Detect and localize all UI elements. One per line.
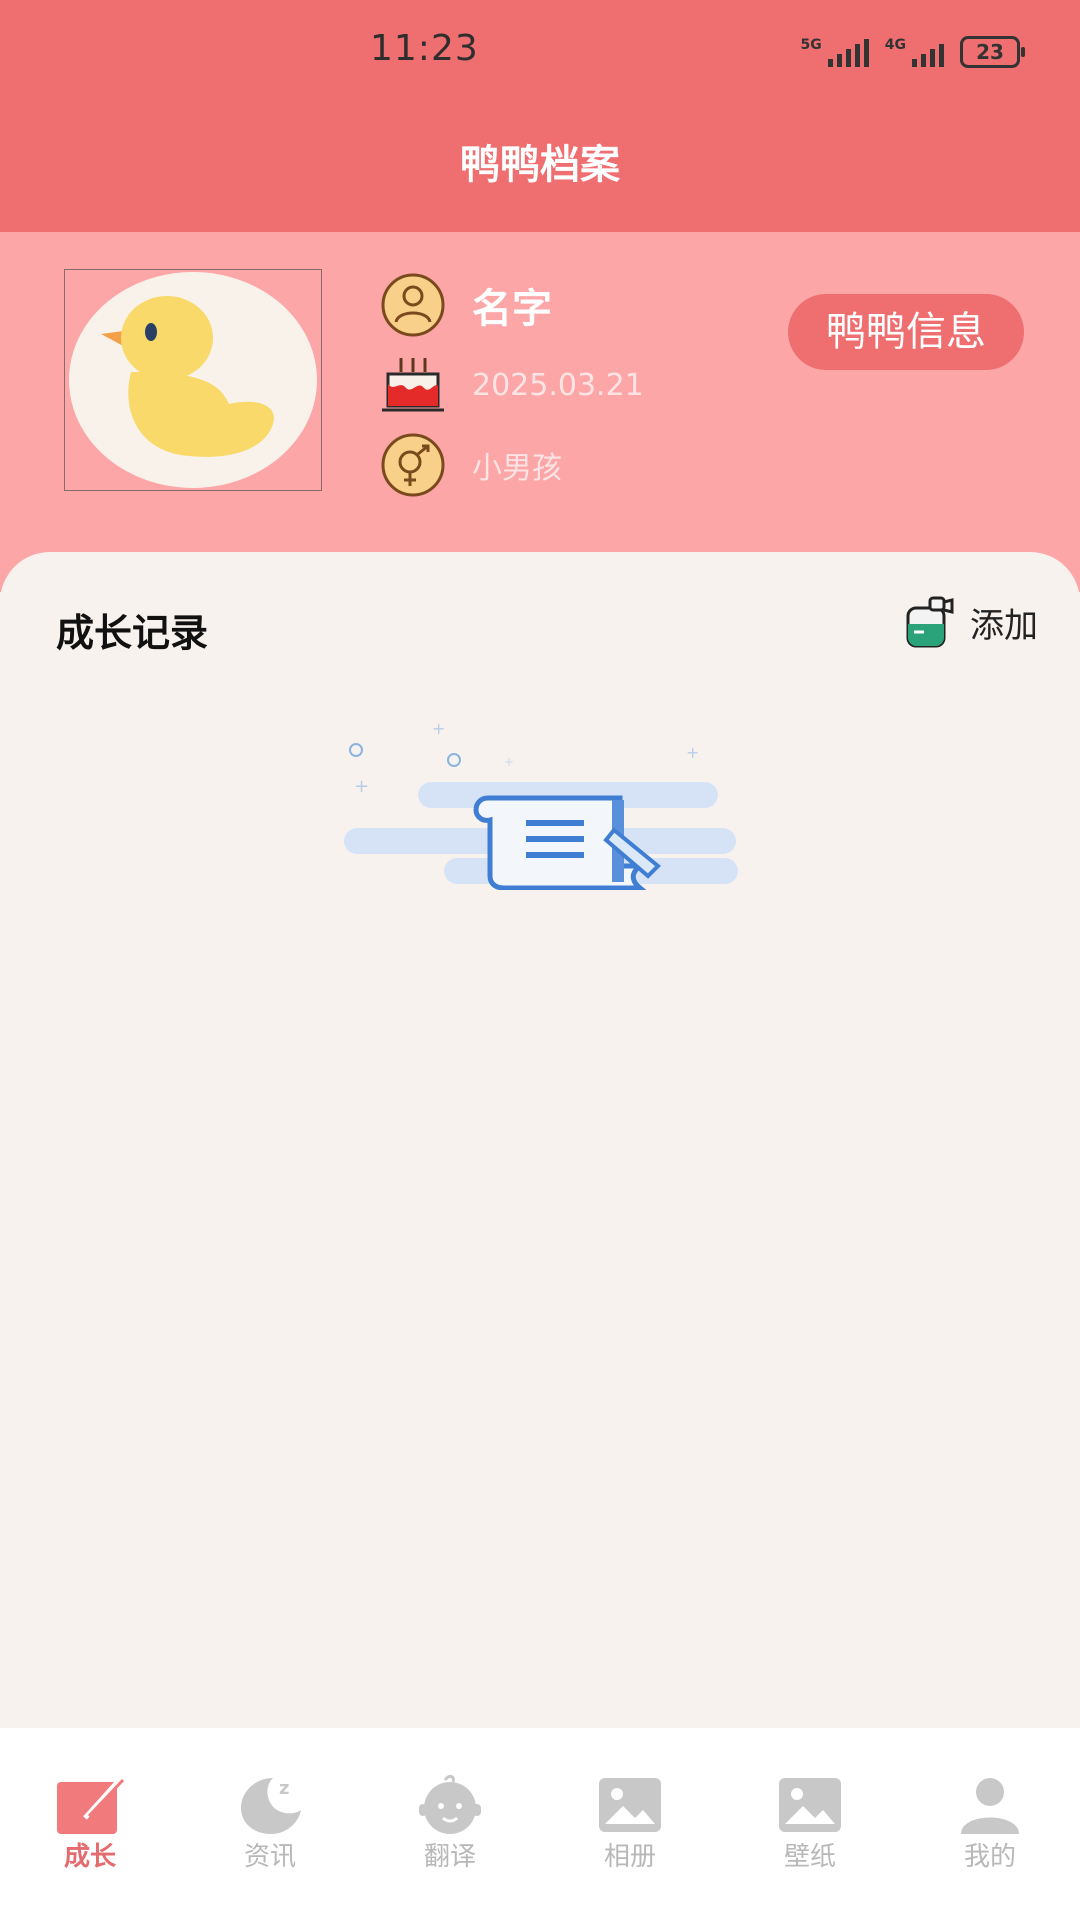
bottle-icon xyxy=(906,596,954,648)
duck-avatar-image xyxy=(69,272,317,488)
birthday-row: 2025.03.21 xyxy=(380,352,644,418)
profile-name: 名字 xyxy=(472,286,552,332)
signal-5g-icon: 5G xyxy=(801,37,869,67)
status-bar: 11:23 5G 4G 23 xyxy=(0,0,1080,110)
avatar[interactable] xyxy=(64,269,322,491)
tab-label: 翻译 xyxy=(423,1842,476,1872)
battery-level: 23 xyxy=(976,40,1004,64)
svg-text:+: + xyxy=(354,776,369,797)
svg-text:+: + xyxy=(686,743,699,762)
gender-icon xyxy=(380,432,446,498)
section-title: 成长记录 xyxy=(56,611,209,655)
status-time: 11:23 xyxy=(370,28,479,69)
bottom-tab-bar: 成长 z 资讯 翻译 相册 壁纸 我的 xyxy=(0,1728,1080,1920)
add-record-button[interactable]: 添加 xyxy=(900,594,1038,650)
tab-label: 我的 xyxy=(963,1842,1016,1872)
svg-text:z: z xyxy=(279,1778,289,1799)
svg-text:+: + xyxy=(432,719,445,738)
tab-growth[interactable]: 成长 xyxy=(0,1728,180,1920)
svg-text:+: + xyxy=(504,755,514,769)
name-row: 名字 xyxy=(380,272,552,338)
tab-album[interactable]: 相册 xyxy=(540,1728,720,1920)
tab-news[interactable]: z 资讯 xyxy=(180,1728,360,1920)
profile-gender: 小男孩 xyxy=(472,451,562,486)
duck-info-button[interactable]: 鸭鸭信息 xyxy=(788,294,1024,370)
title-bar: 鸭鸭档案 xyxy=(0,110,1080,232)
tab-label: 壁纸 xyxy=(783,1842,836,1872)
baby-face-icon xyxy=(419,1774,481,1834)
growth-icon xyxy=(57,1776,125,1834)
tab-label: 资讯 xyxy=(243,1842,296,1872)
tab-label: 成长 xyxy=(63,1842,116,1872)
signal-5g-label: 5G xyxy=(800,37,822,53)
gender-row: 小男孩 xyxy=(380,432,562,498)
page-title: 鸭鸭档案 xyxy=(460,142,620,188)
profile-birthday: 2025.03.21 xyxy=(472,367,644,403)
profile-section: 名字 2025.03.21 小男孩 鸭鸭信息 xyxy=(0,232,1080,592)
add-label: 添加 xyxy=(970,605,1038,646)
cake-icon xyxy=(380,352,446,418)
photo-icon xyxy=(599,1778,661,1832)
tab-translate[interactable]: 翻译 xyxy=(360,1728,540,1920)
moon-icon: z xyxy=(241,1778,301,1834)
battery-icon: 23 xyxy=(960,36,1025,68)
tab-label: 相册 xyxy=(603,1842,656,1872)
tab-wallpaper[interactable]: 壁纸 xyxy=(720,1728,900,1920)
growth-records-card: 成长记录 添加 + + + + xyxy=(0,552,1080,1728)
status-indicators: 5G 4G 23 xyxy=(801,36,1025,68)
user-icon xyxy=(961,1778,1019,1834)
signal-4g-icon: 4G xyxy=(885,37,944,67)
signal-4g-label: 4G xyxy=(884,37,906,53)
tab-mine[interactable]: 我的 xyxy=(900,1728,1080,1920)
person-icon xyxy=(380,272,446,338)
image-icon xyxy=(779,1778,841,1832)
empty-records-illustration: + + + + xyxy=(340,680,740,891)
